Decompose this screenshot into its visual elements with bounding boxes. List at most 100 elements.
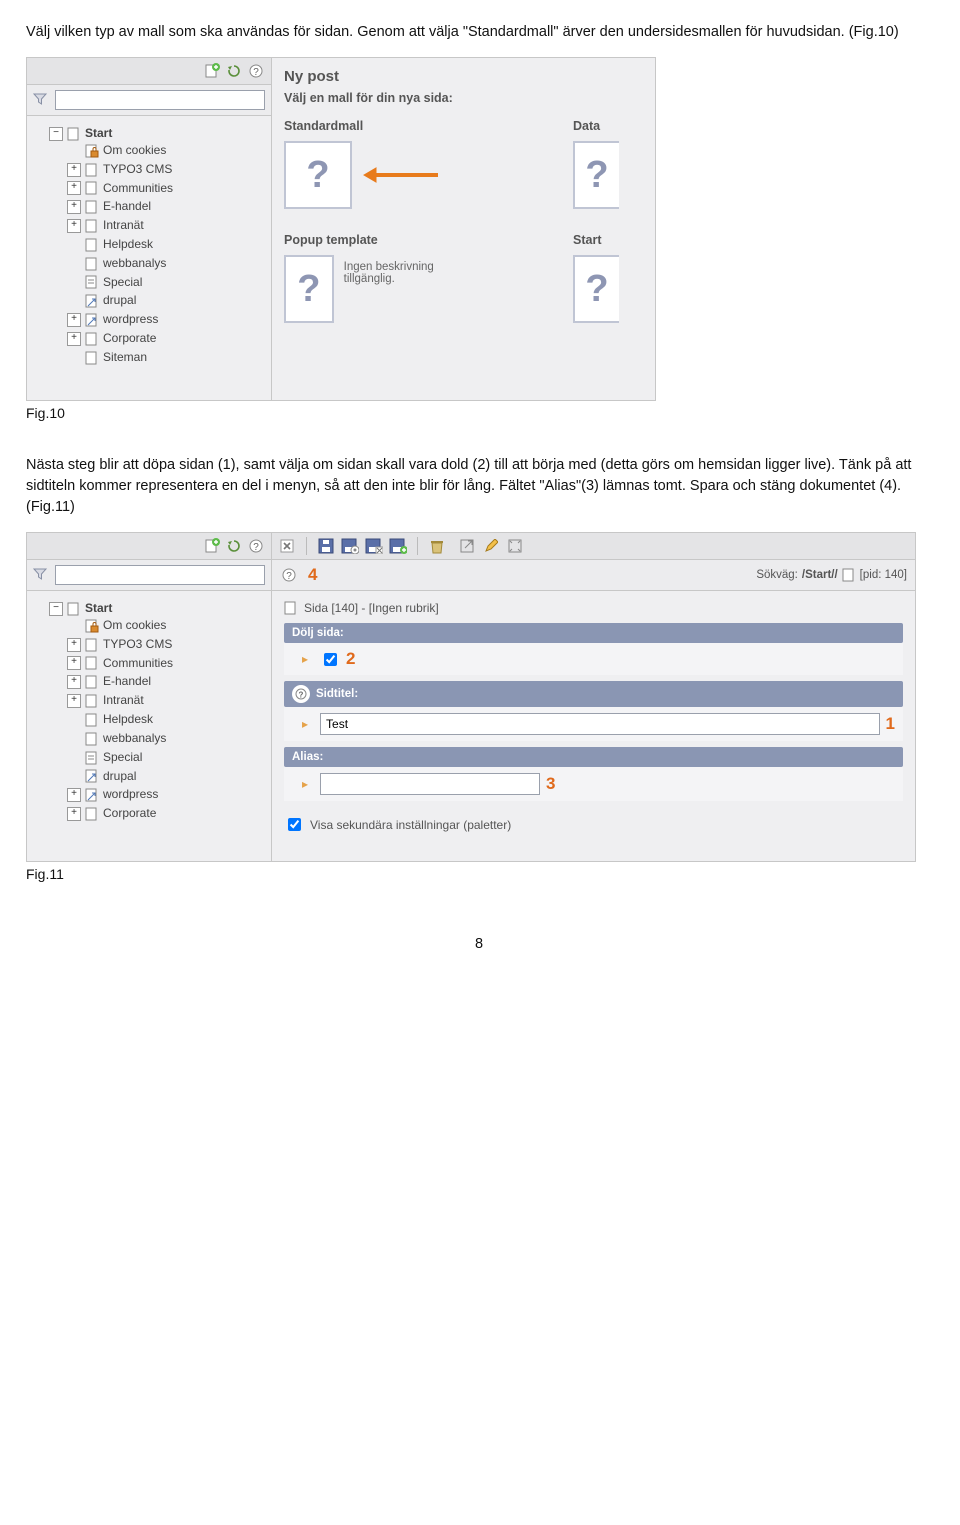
tree-item[interactable]: +Communities (67, 654, 267, 673)
filter-icon[interactable] (33, 567, 49, 583)
save-view-icon[interactable] (341, 537, 359, 555)
section-alias: Alias: (284, 747, 903, 767)
figure-11-label: Fig.11 (26, 866, 932, 882)
page-icon (85, 332, 99, 346)
page-icon (85, 275, 99, 289)
tree-item[interactable]: +Corporate (67, 329, 267, 348)
alias-input[interactable] (320, 773, 540, 795)
refresh-icon[interactable] (225, 62, 243, 80)
breadcrumb: Sökväg: /Start// [pid: 140] (756, 568, 907, 582)
svg-text:?: ? (299, 691, 304, 700)
page-icon (85, 181, 99, 195)
page-number: 8 (26, 936, 932, 952)
tree-item[interactable]: +Intranät (67, 216, 267, 235)
template-popup-desc: Ingen beskrivning tillgänglig. (344, 261, 444, 323)
svg-text:?: ? (253, 67, 259, 78)
section-page-title: ? Sidtitel: (284, 681, 903, 707)
tree-item[interactable]: +Communities (67, 179, 267, 198)
tree-root[interactable]: −Start Om cookies+TYPO3 CMS+Communities+… (49, 599, 267, 825)
fig10-subtitle: Välj en mall för din nya sida: (284, 91, 643, 105)
help-icon[interactable]: ? (247, 62, 265, 80)
tree-item[interactable]: webbanalys (67, 254, 267, 273)
new-page-icon[interactable] (203, 537, 221, 555)
template-data-thumb[interactable]: ? (573, 141, 619, 209)
filter-input[interactable] (55, 90, 265, 110)
section-hide-page: Dölj sida: (284, 623, 903, 643)
template-data-label: Data (573, 119, 643, 133)
tree-item[interactable]: +TYPO3 CMS (67, 635, 267, 654)
page-icon (85, 163, 99, 177)
figure-11-screenshot: ? −Start Om cookies+TYPO3 CMS+Communitie… (26, 532, 916, 862)
tree-item[interactable]: +Intranät (67, 691, 267, 710)
tree-item[interactable]: Om cookies (67, 141, 267, 160)
close-icon[interactable] (278, 537, 296, 555)
page-icon (85, 200, 99, 214)
page-icon (85, 257, 99, 271)
hide-page-checkbox[interactable] (324, 653, 337, 666)
paragraph-1: Välj vilken typ av mall som ska användas… (26, 22, 932, 43)
fig11-page-tree: −Start Om cookies+TYPO3 CMS+Communities+… (27, 591, 271, 831)
annotation-3: 3 (546, 774, 555, 794)
tree-item[interactable]: Special (67, 273, 267, 292)
tree-item[interactable]: +wordpress (67, 785, 267, 804)
page-icon (85, 294, 99, 308)
fig10-page-tree: −Start Om cookies+TYPO3 CMS+Communities+… (27, 116, 271, 375)
orange-arrow-icon (362, 165, 442, 185)
edit-icon[interactable] (482, 537, 500, 555)
show-secondary-checkbox[interactable] (288, 818, 301, 831)
filter-input[interactable] (55, 565, 265, 585)
tree-item[interactable]: Siteman (67, 348, 267, 367)
figure-10-screenshot: ? −Start Om cookies+TYPO3 CMS+Communitie… (26, 57, 656, 401)
help-icon[interactable]: ? (280, 566, 298, 584)
svg-text:?: ? (286, 571, 292, 582)
tree-item[interactable]: +Corporate (67, 804, 267, 823)
page-icon (85, 807, 99, 821)
expand-icon[interactable] (506, 537, 524, 555)
page-icon (85, 788, 99, 802)
fig11-left-toolbar: ? (27, 533, 271, 560)
tree-item[interactable]: Helpdesk (67, 235, 267, 254)
open-new-window-icon[interactable] (458, 537, 476, 555)
paragraph-2: Nästa steg blir att döpa sidan (1), samt… (26, 455, 932, 518)
tree-root[interactable]: −Start Om cookies+TYPO3 CMS+Communities+… (49, 124, 267, 369)
page-icon (85, 656, 99, 670)
tree-item[interactable]: Helpdesk (67, 710, 267, 729)
tree-item[interactable]: +E-handel (67, 197, 267, 216)
page-icon (85, 619, 99, 633)
save-icon[interactable] (317, 537, 335, 555)
page-icon (85, 675, 99, 689)
page-icon (85, 313, 99, 327)
refresh-icon[interactable] (225, 537, 243, 555)
template-start-thumb[interactable]: ? (573, 255, 619, 323)
tree-item[interactable]: drupal (67, 767, 267, 786)
template-popup-label: Popup template (284, 233, 444, 247)
page-icon (85, 219, 99, 233)
tree-item[interactable]: drupal (67, 291, 267, 310)
fig10-left-toolbar: ? (27, 58, 271, 85)
template-popup-thumb[interactable]: ? (284, 255, 334, 323)
tree-item[interactable]: +TYPO3 CMS (67, 160, 267, 179)
save-close-icon[interactable] (365, 537, 383, 555)
tree-item[interactable]: +E-handel (67, 672, 267, 691)
help-icon[interactable]: ? (292, 685, 310, 703)
save-new-icon[interactable] (389, 537, 407, 555)
record-crumb: Sida [140] - [Ingen rubrik] (284, 601, 903, 615)
fig11-top-toolbar (272, 533, 915, 560)
svg-text:?: ? (253, 542, 259, 553)
new-page-icon[interactable] (203, 62, 221, 80)
annotation-2: 2 (346, 649, 355, 669)
template-standardmall-thumb[interactable]: ? (284, 141, 352, 209)
tree-item[interactable]: webbanalys (67, 729, 267, 748)
tree-item[interactable]: Special (67, 748, 267, 767)
page-icon (85, 769, 99, 783)
page-icon (85, 694, 99, 708)
filter-icon[interactable] (33, 92, 49, 108)
help-icon[interactable]: ? (247, 537, 265, 555)
page-title-input[interactable] (320, 713, 880, 735)
tree-item[interactable]: Om cookies (67, 616, 267, 635)
page-icon (85, 751, 99, 765)
delete-icon[interactable] (428, 537, 446, 555)
tree-item[interactable]: +wordpress (67, 310, 267, 329)
chevron-right-icon: ▸ (302, 652, 308, 666)
figure-10-label: Fig.10 (26, 405, 932, 421)
